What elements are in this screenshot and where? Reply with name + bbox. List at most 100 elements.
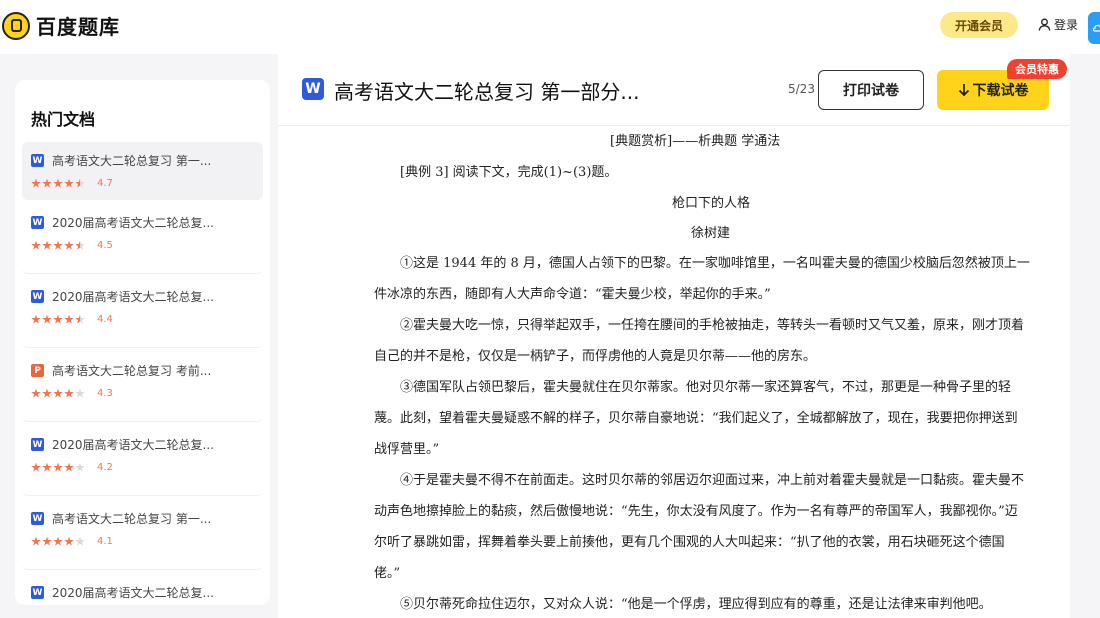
rating: 4.2 bbox=[31, 462, 254, 473]
logo-text: 百度题库 bbox=[36, 15, 120, 39]
star-icon bbox=[42, 388, 52, 398]
star-icon bbox=[64, 314, 74, 324]
hot-doc-item[interactable]: W2020届高考语文大二轮总复...4 bbox=[22, 574, 263, 605]
star-rating bbox=[31, 388, 86, 399]
star-icon bbox=[53, 536, 63, 546]
word-file-icon: W bbox=[302, 78, 324, 100]
star-icon bbox=[42, 536, 52, 546]
login-label: 登录 bbox=[1054, 18, 1079, 32]
example-line: [典例 3] 阅读下文，完成(1)~(3)题。 bbox=[400, 165, 618, 180]
hot-docs-sidebar: 热门文档 W 高考语文大二轮总复习 第一... 4.7 W 2020届高考语文大二轮总复… bbox=[15, 80, 270, 605]
star-icon bbox=[53, 314, 63, 324]
print-button[interactable]: 打印试卷 bbox=[818, 70, 924, 110]
file-type-icon: P bbox=[31, 364, 44, 377]
star-icon bbox=[42, 240, 52, 250]
rating: 4.4 bbox=[31, 314, 254, 325]
rating-score: 4.1 bbox=[97, 536, 113, 547]
hot-doc-title: 高考语文大二轮总复习 考前... bbox=[52, 364, 212, 378]
user-icon bbox=[1038, 18, 1051, 31]
document-title: 高考语文大二轮总复习 第一部分... bbox=[334, 80, 640, 104]
rating: 4.5 bbox=[31, 240, 254, 251]
star-icon bbox=[42, 314, 52, 324]
file-type-icon: W bbox=[31, 290, 44, 303]
star-icon bbox=[31, 388, 41, 398]
side-tool-tab[interactable] bbox=[1088, 12, 1100, 44]
star-icon bbox=[31, 178, 41, 188]
star-icon bbox=[75, 178, 85, 188]
rating-score: 4.7 bbox=[97, 178, 113, 189]
rating: 4.1 bbox=[31, 536, 254, 547]
hot-doc-title: 2020届高考语文大二轮总复... bbox=[52, 216, 214, 230]
star-icon bbox=[64, 388, 74, 398]
hot-doc-title: 2020届高考语文大二轮总复... bbox=[52, 438, 214, 452]
paragraph: ①这是 1944 年的 8 月，德国人占领下的巴黎。在一家咖啡馆里，一名叫霍夫曼… bbox=[374, 256, 1030, 302]
download-label: 下载试卷 bbox=[972, 83, 1029, 99]
star-icon bbox=[53, 178, 63, 188]
hot-doc-item[interactable]: W 高考语文大二轮总复习 第一... 4.1 bbox=[22, 500, 263, 570]
rating-score: 4.2 bbox=[97, 462, 113, 473]
star-icon bbox=[75, 240, 85, 250]
logo-icon bbox=[2, 11, 30, 40]
file-type-icon: W bbox=[31, 216, 44, 229]
star-icon bbox=[75, 536, 85, 546]
hot-doc-item[interactable]: W 2020届高考语文大二轮总复... 4.2 bbox=[22, 426, 263, 496]
hot-doc-title: 2020届高考语文大二轮总复... bbox=[52, 290, 214, 304]
hot-doc-title: 2020届高考语文大二轮总复... bbox=[52, 586, 214, 600]
section-heading: [典题赏析]——析典题 学通法 bbox=[610, 134, 781, 149]
star-icon bbox=[64, 462, 74, 472]
hot-doc-title: 高考语文大二轮总复习 第一... bbox=[52, 154, 212, 168]
paragraph: ⑤贝尔蒂死命拉住迈尔，又对众人说：“他是一个俘虏，理应得到应有的尊重，还是让法律… bbox=[400, 597, 992, 612]
star-rating bbox=[31, 240, 86, 251]
star-icon bbox=[31, 462, 41, 472]
star-icon bbox=[31, 314, 41, 324]
star-icon bbox=[53, 462, 63, 472]
star-rating bbox=[31, 462, 86, 473]
file-type-icon: W bbox=[31, 512, 44, 525]
open-vip-button[interactable]: 开通会员 bbox=[940, 12, 1018, 38]
star-rating bbox=[31, 314, 86, 325]
hot-doc-item[interactable]: W 2020届高考语文大二轮总复... 4.4 bbox=[22, 278, 263, 348]
rating: 4.7 bbox=[31, 178, 254, 189]
story-author: 徐树建 bbox=[691, 226, 731, 241]
star-icon bbox=[75, 388, 85, 398]
star-icon bbox=[75, 462, 85, 472]
paragraph: ③德国军队占领巴黎后，霍夫曼就住在贝尔蒂家。他对贝尔蒂一家还算客气，不过，那更是… bbox=[374, 380, 1018, 457]
star-icon bbox=[53, 388, 63, 398]
star-icon bbox=[31, 240, 41, 250]
star-icon bbox=[53, 240, 63, 250]
rating: 4.3 bbox=[31, 388, 254, 399]
sidebar-title: 热门文档 bbox=[31, 110, 96, 129]
download-arrow-icon bbox=[958, 84, 969, 97]
file-type-icon: W bbox=[31, 586, 44, 599]
star-icon bbox=[42, 178, 52, 188]
hot-doc-item[interactable]: P 高考语文大二轮总复习 考前... 4.3 bbox=[22, 352, 263, 422]
page-count: 5/23 bbox=[788, 82, 815, 96]
star-icon bbox=[75, 314, 85, 324]
rating-score: 4.3 bbox=[97, 388, 113, 399]
file-type-icon: W bbox=[31, 154, 44, 167]
cloud-icon bbox=[1092, 24, 1100, 32]
hot-docs-list: W 高考语文大二轮总复习 第一... 4.7 W 2020届高考语文大二轮总复... 4.… bbox=[22, 142, 263, 605]
top-bar: 百度题库 开通会员 登录 bbox=[0, 0, 1100, 54]
story-title: 枪口下的人格 bbox=[672, 196, 751, 211]
hot-doc-item[interactable]: W 2020届高考语文大二轮总复... 4.5 bbox=[22, 204, 263, 274]
document-header: W 高考语文大二轮总复习 第一部分... 5/23 打印试卷 下载试卷 会员特惠 bbox=[278, 54, 1070, 126]
star-icon bbox=[31, 536, 41, 546]
rating-score: 4.4 bbox=[97, 314, 113, 325]
paragraph: ④于是霍夫曼不得不在前面走。这时贝尔蒂的邻居迈尔迎面过来，冲上前对着霍夫曼就是一… bbox=[374, 473, 1025, 581]
rating-score: 4.5 bbox=[97, 240, 113, 251]
hot-doc-title: 高考语文大二轮总复习 第一... bbox=[52, 512, 212, 526]
star-rating bbox=[31, 178, 86, 189]
star-icon bbox=[64, 240, 74, 250]
vip-discount-badge: 会员特惠 bbox=[1007, 59, 1067, 79]
star-icon bbox=[64, 536, 74, 546]
star-icon bbox=[64, 178, 74, 188]
star-rating bbox=[31, 536, 86, 547]
document-panel: W 高考语文大二轮总复习 第一部分... 5/23 打印试卷 下载试卷 会员特惠… bbox=[278, 54, 1070, 618]
login-link[interactable]: 登录 bbox=[1038, 16, 1078, 33]
file-type-icon: W bbox=[31, 438, 44, 451]
paragraph: ②霍夫曼大吃一惊，只得举起双手，一任挎在腰间的手枪被抽走，等转头一看顿时又气又羞… bbox=[374, 318, 1025, 364]
star-icon bbox=[42, 462, 52, 472]
logo[interactable]: 百度题库 bbox=[2, 11, 120, 40]
hot-doc-item[interactable]: W 高考语文大二轮总复习 第一... 4.7 bbox=[22, 142, 263, 200]
